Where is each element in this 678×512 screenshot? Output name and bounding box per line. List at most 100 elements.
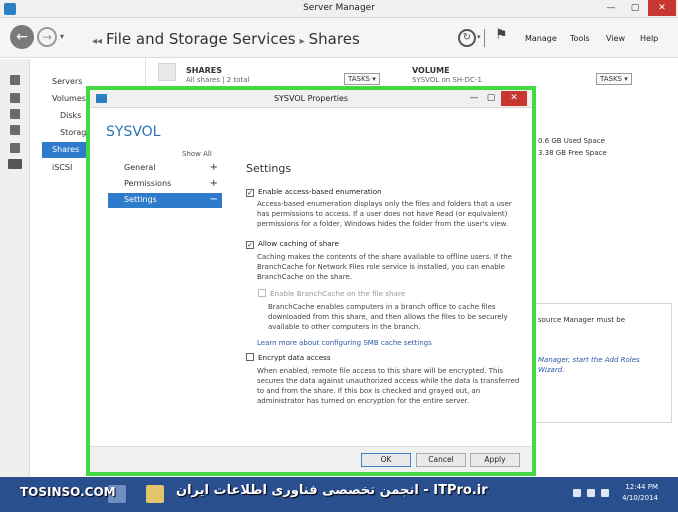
menu-view[interactable]: View — [606, 34, 625, 43]
volume-tasks-button[interactable]: TASKS ▾ — [596, 73, 632, 85]
refresh-dropdown-icon[interactable]: ▾ — [477, 33, 481, 41]
maximize-button[interactable]: ▢ — [624, 0, 646, 16]
branchcache-checkbox — [258, 289, 266, 297]
breadcrumb-separator-icon: ▸ — [299, 36, 305, 47]
all-servers-icon[interactable] — [10, 109, 20, 119]
cancel-button[interactable]: Cancel — [416, 453, 466, 467]
dialog-titlebar: SYSVOL Properties — ▢ ✕ — [90, 90, 532, 108]
nav-divider — [484, 29, 485, 47]
menu-help[interactable]: Help — [640, 34, 658, 43]
window-title: Server Manager — [303, 3, 375, 13]
breadcrumb: ◂◂ File and Storage Services ▸ Shares — [88, 30, 360, 48]
watermark-right: انجمن تخصصی فناوری اطلاعات ایران - ITPro… — [176, 483, 488, 498]
branchcache-label: Enable BranchCache on the file share — [270, 289, 406, 298]
subnav-servers[interactable]: Servers — [52, 77, 82, 86]
back-button[interactable]: ← — [10, 25, 34, 49]
cache-desc-line: BranchCache for Network Files role servi… — [257, 263, 505, 271]
encrypt-description: When enabled, remote file access to this… — [257, 366, 521, 406]
clock[interactable]: 12:44 PM 4/10/2014 — [622, 482, 658, 504]
cache-label: Allow caching of share — [258, 239, 339, 248]
local-server-icon[interactable] — [10, 93, 20, 103]
nav-permissions[interactable]: Permissions + — [108, 177, 222, 192]
cache-checkbox[interactable]: ✓ — [246, 241, 254, 249]
abe-checkbox[interactable]: ✓ — [246, 189, 254, 197]
volume-tile-title: VOLUME — [412, 66, 450, 75]
dialog-minimize-button[interactable]: — — [466, 91, 482, 106]
subnav-volumes[interactable]: Volumes — [52, 94, 86, 103]
clock-date: 4/10/2014 — [622, 494, 658, 502]
show-all-link[interactable]: Show All — [182, 150, 212, 158]
breadcrumb-file-storage[interactable]: File and Storage Services — [106, 30, 296, 48]
forward-button[interactable]: → — [37, 27, 57, 47]
breadcrumb-shares[interactable]: Shares — [309, 30, 360, 48]
dialog-button-bar: OK Cancel Apply — [90, 446, 532, 472]
shares-tile-subtitle: All shares | 2 total — [186, 76, 250, 84]
branch-desc-line: downloaded from this share, and then all… — [268, 313, 508, 321]
taskbar: TOSINSO.COM انجمن تخصصی فناوری اطلاعات ا… — [0, 477, 678, 512]
dns-icon[interactable] — [10, 143, 20, 153]
abe-desc-line: has permissions to access. If a user doe… — [257, 210, 508, 218]
close-button[interactable]: ✕ — [648, 0, 676, 16]
file-storage-icon[interactable] — [8, 159, 22, 169]
dialog-heading: SYSVOL — [106, 124, 161, 140]
fsrm-note: source Manager must be — [538, 316, 626, 324]
menu-manage[interactable]: Manage — [525, 34, 557, 43]
smb-cache-learn-more-link[interactable]: Learn more about configuring SMB cache s… — [257, 339, 432, 347]
history-dropdown-icon[interactable]: ▾ — [60, 32, 64, 41]
sysvol-properties-dialog: SYSVOL Properties — ▢ ✕ SYSVOL Show All … — [86, 86, 536, 476]
nav-settings-label: Settings — [124, 195, 157, 204]
encrypt-desc-line: secures the data against unauthorized ac… — [257, 377, 520, 385]
left-icon-rail — [0, 59, 30, 477]
menu-tools[interactable]: Tools — [570, 34, 590, 43]
volume-free-space: 3.38 GB Free Space — [538, 149, 607, 157]
tray-network-icon[interactable] — [587, 489, 595, 497]
volume-tile-subtitle: SYSVOL on SH-DC-1 — [412, 76, 482, 84]
navigation-bar: ← → ▾ ◂◂ File and Storage Services ▸ Shares… — [0, 18, 678, 58]
encrypt-checkbox[interactable] — [246, 353, 254, 361]
window-titlebar: Server Manager — ▢ ✕ — [0, 0, 678, 18]
settings-section-title: Settings — [246, 162, 292, 175]
shares-tile-title: SHARES — [186, 66, 223, 75]
dialog-close-button[interactable]: ✕ — [501, 91, 527, 106]
branch-desc-line: BranchCache enables computers in a branc… — [268, 303, 496, 311]
breadcrumb-prefix-icon: ◂◂ — [92, 36, 103, 47]
subnav-disks[interactable]: Disks — [60, 111, 81, 120]
add-roles-link[interactable]: Manager, start the Add Roles — [538, 356, 640, 364]
notifications-flag-icon[interactable]: ⚑ — [495, 27, 508, 43]
encrypt-desc-line: to and from the share. If this box is ch… — [257, 387, 481, 395]
minimize-button[interactable]: — — [600, 0, 622, 16]
branch-desc-line: available to other computers in the bran… — [268, 323, 421, 331]
add-roles-wizard-link[interactable]: Wizard. — [538, 366, 564, 374]
abe-option[interactable]: ✓ Enable access-based enumeration — [246, 187, 382, 197]
watermark-left: TOSINSO.COM — [20, 485, 116, 499]
ok-button[interactable]: OK — [361, 453, 411, 467]
shares-tile-icon — [158, 63, 176, 81]
branchcache-description: BranchCache enables computers in a branc… — [268, 302, 522, 332]
abe-desc-line: permissions for a folder, Windows hides … — [257, 220, 508, 228]
abe-desc-line: Access-based enumeration displays only t… — [257, 200, 512, 208]
collapse-minus-icon: − — [209, 194, 218, 205]
nav-general-label: General — [124, 163, 156, 172]
ad-ds-icon[interactable] — [10, 125, 20, 135]
tray-volume-icon[interactable] — [601, 489, 609, 497]
subnav-iscsi[interactable]: iSCSI — [52, 163, 72, 172]
expand-plus-icon: + — [209, 162, 218, 173]
nav-general[interactable]: General + — [108, 161, 222, 176]
abe-description: Access-based enumeration displays only t… — [257, 199, 521, 229]
encrypt-label: Encrypt data access — [258, 353, 331, 362]
abe-label: Enable access-based enumeration — [258, 187, 382, 196]
expand-plus-icon: + — [209, 178, 218, 189]
cache-option[interactable]: ✓ Allow caching of share — [246, 239, 339, 249]
cache-desc-line: Caching makes the contents of the share … — [257, 253, 512, 261]
tray-flag-icon[interactable] — [573, 489, 581, 497]
file-explorer-taskbar-icon[interactable] — [146, 485, 164, 503]
apply-button[interactable]: Apply — [470, 453, 520, 467]
cache-desc-line: BranchCache on the share. — [257, 273, 352, 281]
dashboard-icon[interactable] — [10, 75, 20, 85]
refresh-icon[interactable]: ↻ — [458, 29, 476, 47]
shares-tasks-button[interactable]: TASKS ▾ — [344, 73, 380, 85]
branchcache-option: Enable BranchCache on the file share — [258, 289, 405, 298]
dialog-maximize-button[interactable]: ▢ — [483, 91, 499, 106]
encrypt-option[interactable]: Encrypt data access — [246, 353, 331, 362]
nav-settings[interactable]: Settings − — [108, 193, 222, 208]
